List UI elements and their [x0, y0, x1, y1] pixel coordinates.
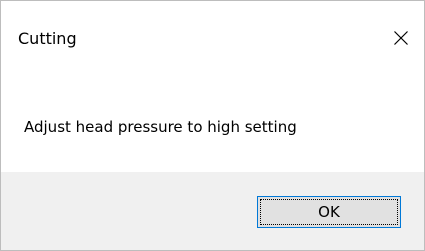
dialog-content: Adjust head pressure to high setting: [1, 79, 424, 172]
ok-button[interactable]: OK: [257, 196, 401, 228]
dialog-footer: OK: [1, 172, 424, 250]
close-button[interactable]: [378, 21, 424, 55]
dialog-message: Adjust head pressure to high setting: [24, 118, 297, 136]
close-icon: [393, 30, 409, 46]
title-bar: Cutting: [1, 1, 424, 79]
dialog-title: Cutting: [18, 29, 77, 48]
message-dialog: Cutting Adjust head pressure to high set…: [0, 0, 425, 251]
ok-button-label: OK: [260, 199, 398, 225]
